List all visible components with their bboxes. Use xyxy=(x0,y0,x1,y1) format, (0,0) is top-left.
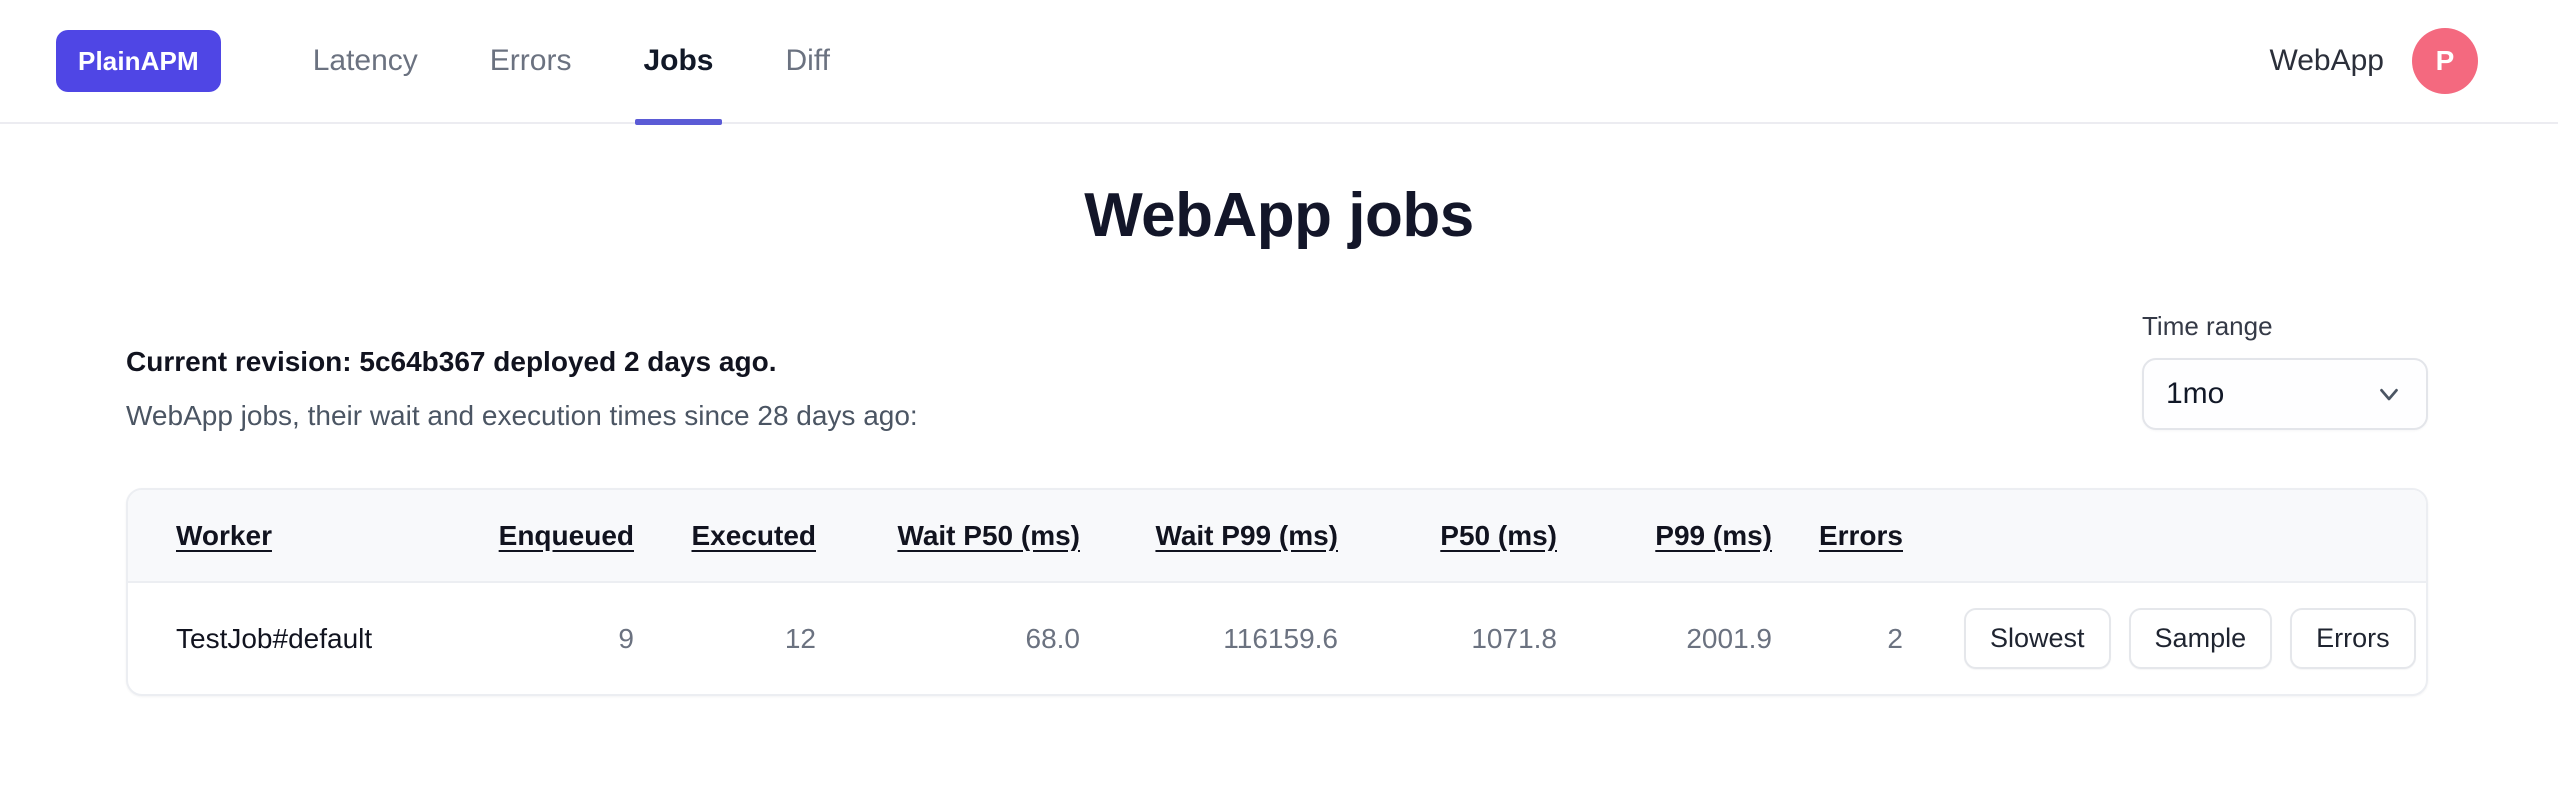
jobs-table-body: TestJob#default 9 12 68.0 116159.6 1071.… xyxy=(128,582,2426,694)
time-range-value: 1mo xyxy=(2166,377,2225,410)
table-header-row: Worker Enqueued Executed Wait P50 (ms) W… xyxy=(128,490,2426,583)
cell-executed: 12 xyxy=(784,622,816,654)
slowest-button[interactable]: Slowest xyxy=(1964,608,2111,669)
brand-logo-label: PlainAPM xyxy=(78,45,199,76)
current-revision-text: Current revision: 5c64b367 deployed 2 da… xyxy=(126,346,777,377)
jobs-table-head: Worker Enqueued Executed Wait P50 (ms) W… xyxy=(128,490,2426,583)
meta-text-block: Current revision: 5c64b367 deployed 2 da… xyxy=(126,346,2142,432)
page-content: WebApp jobs Current revision: 5c64b367 d… xyxy=(0,180,2558,696)
errors-button[interactable]: Errors xyxy=(2290,608,2416,669)
cell-p50: 1071.8 xyxy=(1471,622,1557,654)
tab-errors[interactable]: Errors xyxy=(454,0,608,123)
primary-nav: Latency Errors Jobs Diff xyxy=(277,0,866,125)
column-header-p99[interactable]: P99 (ms) xyxy=(1583,490,1798,583)
column-header-executed[interactable]: Executed xyxy=(648,490,838,583)
chevron-down-icon xyxy=(2374,379,2404,409)
column-header-actions xyxy=(1963,490,2426,583)
cell-worker: TestJob#default xyxy=(176,622,373,654)
avatar[interactable]: P xyxy=(2412,28,2478,94)
cell-actions: Slowest Sample Errors xyxy=(1963,582,2426,694)
time-range-label: Time range xyxy=(2142,311,2273,341)
column-header-wait-p50[interactable]: Wait P50 (ms) xyxy=(838,490,1098,583)
column-header-worker[interactable]: Worker xyxy=(128,490,458,583)
time-range-select[interactable]: 1mo xyxy=(2142,358,2428,430)
column-header-wait-p99[interactable]: Wait P99 (ms) xyxy=(1098,490,1368,583)
avatar-initial: P xyxy=(2435,45,2455,76)
jobs-table: Worker Enqueued Executed Wait P50 (ms) W… xyxy=(128,490,2426,694)
table-row: TestJob#default 9 12 68.0 116159.6 1071.… xyxy=(128,582,2426,694)
tab-latency-label: Latency xyxy=(312,44,418,77)
page-title: WebApp jobs xyxy=(1084,181,1474,250)
cell-wait-p50: 68.0 xyxy=(1025,622,1081,654)
cell-enqueued: 9 xyxy=(618,622,634,654)
brand-logo-button[interactable]: PlainAPM xyxy=(56,30,221,92)
column-header-p50[interactable]: P50 (ms) xyxy=(1368,490,1583,583)
tab-jobs[interactable]: Jobs xyxy=(607,0,749,125)
time-range-control: Time range 1mo xyxy=(2142,311,2428,430)
tab-errors-label: Errors xyxy=(489,44,572,77)
column-header-enqueued[interactable]: Enqueued xyxy=(458,490,648,583)
tab-diff[interactable]: Diff xyxy=(750,0,866,123)
tab-diff-label: Diff xyxy=(785,44,830,77)
top-navigation-bar: PlainAPM Latency Errors Jobs Diff WebApp… xyxy=(0,0,2558,125)
row-action-buttons: Slowest Sample Errors xyxy=(1964,608,2416,669)
cell-wait-p99: 116159.6 xyxy=(1223,622,1338,654)
column-header-errors[interactable]: Errors xyxy=(1798,490,1963,583)
meta-row: Current revision: 5c64b367 deployed 2 da… xyxy=(0,311,2558,432)
tab-latency[interactable]: Latency xyxy=(277,0,454,123)
cell-errors: 2 xyxy=(1887,622,1903,654)
cell-p99: 2001.9 xyxy=(1686,622,1772,654)
top-bar-right-group: WebApp P xyxy=(2269,28,2478,94)
page-subtitle: WebApp jobs, their wait and execution ti… xyxy=(126,400,918,431)
tab-jobs-label: Jobs xyxy=(643,44,714,77)
sample-button[interactable]: Sample xyxy=(2128,608,2273,669)
jobs-table-container: Worker Enqueued Executed Wait P50 (ms) W… xyxy=(126,488,2428,696)
current-app-name[interactable]: WebApp xyxy=(2269,44,2384,78)
